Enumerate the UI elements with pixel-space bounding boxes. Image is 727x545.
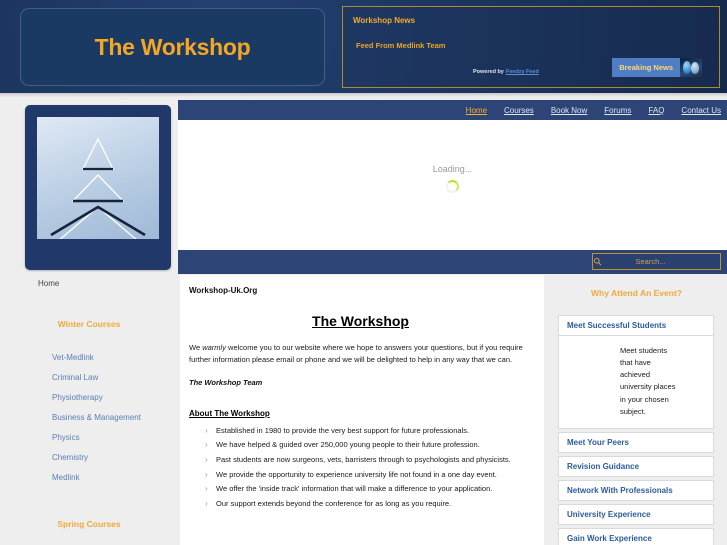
list-item: We have helped & guided over 250,000 you… xyxy=(205,439,532,451)
sidebar-link-chemistry[interactable]: Chemistry xyxy=(52,453,88,462)
accordion-header[interactable]: Meet Successful Students xyxy=(558,315,714,336)
nav-item-book-now[interactable]: Book Now xyxy=(551,106,587,115)
about-section-title: About The Workshop xyxy=(189,408,270,418)
sidebar-heading-winter-courses: Winter Courses xyxy=(57,319,121,329)
sidebar-link-business-management[interactable]: Business & Management xyxy=(52,413,141,422)
team-signature: The Workshop Team xyxy=(189,377,263,387)
powered-by-link[interactable]: Feedzy Feed xyxy=(506,69,539,75)
loading-spinner-icon xyxy=(446,180,459,193)
sidebar-link-criminal-law[interactable]: Criminal Law xyxy=(52,373,98,382)
top-nav-list: Home Courses Book Now Forums FAQ Contact… xyxy=(466,100,721,120)
intro-emphasis: warmly xyxy=(202,343,226,352)
nav-item-courses[interactable]: Courses xyxy=(504,106,534,115)
sidebar-heading-spring-courses: Spring Courses xyxy=(57,519,121,529)
banner-divider xyxy=(0,93,727,97)
intro-paragraph: We warmly welcome you to our website whe… xyxy=(189,342,532,367)
page-root: The Workshop Workshop News Feed From Med… xyxy=(0,0,727,545)
list-item: We offer the 'inside track' information … xyxy=(205,483,532,495)
sidebar-link-vet-medlink[interactable]: Vet-Medlink xyxy=(52,353,94,362)
list-item: We provide the opportunity to experience… xyxy=(205,469,532,481)
breadcrumb: Home xyxy=(38,279,60,288)
accordion-panel-text: Meet students that have achieved univers… xyxy=(620,346,676,416)
site-banner: The Workshop Workshop News Feed From Med… xyxy=(0,0,727,93)
powered-by-prefix: Powered by xyxy=(473,69,504,75)
right-sidebar: Why Attend An Event? Meet Successful Stu… xyxy=(546,275,727,545)
sidebar-link-physiotherapy[interactable]: Physiotherapy xyxy=(52,393,103,402)
accordion-item-revision-guidance: Revision Guidance xyxy=(558,455,714,477)
site-logo-box[interactable]: The Workshop xyxy=(20,8,325,86)
search-bar-row xyxy=(178,250,727,274)
loading-indicator: Loading... xyxy=(178,164,727,193)
page-title: The Workshop xyxy=(312,313,409,329)
list-item: Past students are now surgeons, vets, ba… xyxy=(205,454,532,466)
list-item: Established in 1980 to provide the very … xyxy=(205,425,532,437)
main-content: Workshop-Uk.Org The Workshop We warmly w… xyxy=(180,275,544,545)
accordion-item-network-with-professionals: Network With Professionals xyxy=(558,479,714,501)
search-box[interactable] xyxy=(592,253,721,270)
list-item: Our support extends beyond the conferenc… xyxy=(205,498,532,510)
accordion-header[interactable]: Gain Work Experience xyxy=(558,527,714,545)
sidebar-link-physics[interactable]: Physics xyxy=(52,433,80,442)
breaking-news-icon xyxy=(680,58,702,77)
news-feed-widget: Workshop News Feed From Medlink Team Pow… xyxy=(342,6,720,88)
accordion-item-university-experience: University Experience xyxy=(558,503,714,525)
brand-logo-tile xyxy=(25,105,171,270)
accordion-header[interactable]: Meet Your Peers xyxy=(558,431,714,453)
accordion-item-meet-successful-students: Meet Successful Students Meet students t… xyxy=(558,315,714,429)
about-bullet-list: Established in 1980 to provide the very … xyxy=(189,425,532,510)
accordion-item-gain-work-experience: Gain Work Experience xyxy=(558,527,714,545)
pyramid-logo-icon xyxy=(37,117,159,239)
site-name-label: Workshop-Uk.Org xyxy=(189,286,258,295)
left-sidebar: Home Winter Courses Vet-Medlink Criminal… xyxy=(0,272,178,545)
accordion-header[interactable]: University Experience xyxy=(558,503,714,525)
nav-item-home[interactable]: Home xyxy=(466,106,487,115)
nav-item-contact-us[interactable]: Contact Us xyxy=(681,106,721,115)
accordion-panel: Meet students that have achieved univers… xyxy=(558,336,714,429)
nav-item-forums[interactable]: Forums xyxy=(604,106,631,115)
news-widget-title: Workshop News xyxy=(353,16,416,25)
site-logo-text: The Workshop xyxy=(94,33,251,60)
breaking-news-label: Breaking News xyxy=(612,58,680,77)
accordion-item-meet-your-peers: Meet Your Peers xyxy=(558,431,714,453)
powered-by-text: Powered by Feedzy Feed xyxy=(473,69,539,75)
intro-before: We xyxy=(189,343,203,352)
news-feed-label: Feed From Medlink Team xyxy=(356,41,446,50)
nav-item-faq[interactable]: FAQ xyxy=(648,106,664,115)
slideshow-loading-panel: Loading... xyxy=(178,120,727,250)
right-sidebar-heading: Why Attend An Event? xyxy=(591,288,682,298)
search-icon xyxy=(593,257,602,266)
top-nav-bar: Home Courses Book Now Forums FAQ Contact… xyxy=(178,100,727,120)
search-input[interactable] xyxy=(602,257,721,266)
breaking-news-badge[interactable]: Breaking News xyxy=(612,58,702,77)
loading-text: Loading... xyxy=(432,164,473,174)
intro-after: welcome you to our website where we hope… xyxy=(189,343,523,365)
accordion-header[interactable]: Revision Guidance xyxy=(558,455,714,477)
accordion-header[interactable]: Network With Professionals xyxy=(558,479,714,501)
accordion: Meet Successful Students Meet students t… xyxy=(558,315,714,545)
sidebar-link-medlink[interactable]: Medlink xyxy=(52,473,80,482)
